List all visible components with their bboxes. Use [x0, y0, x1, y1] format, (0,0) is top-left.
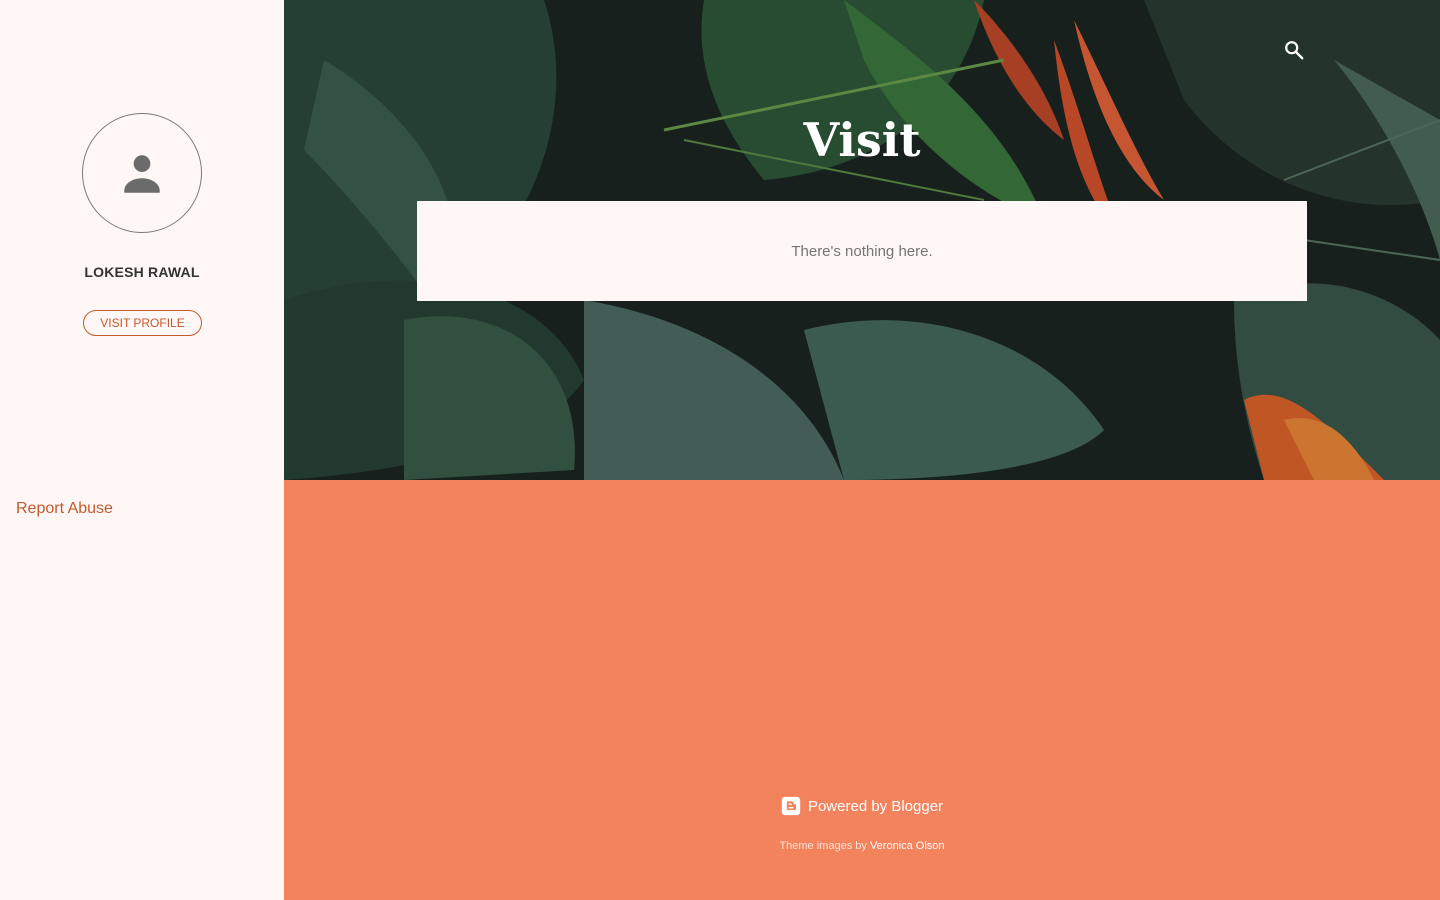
search-button[interactable] — [1280, 36, 1308, 64]
theme-prefix: Theme images by — [779, 840, 867, 852]
person-icon — [124, 155, 160, 193]
powered-label: Powered by Blogger — [807, 797, 944, 815]
report-abuse-link[interactable]: Report Abuse — [16, 500, 113, 518]
theme-attribution: Theme images by Veronica Olson — [284, 840, 1440, 852]
blog-title[interactable]: Visit — [284, 108, 1440, 172]
main-area: Visit There's nothing here. Powered by B… — [284, 0, 1440, 900]
header-hero: Visit There's nothing here. — [284, 0, 1440, 480]
profile-name[interactable]: LOKESH RAWAL — [0, 264, 284, 280]
search-icon — [1285, 41, 1304, 60]
visit-profile-button[interactable]: VISIT PROFILE — [83, 310, 202, 336]
empty-message: There's nothing here. — [791, 242, 933, 260]
blogger-link[interactable]: Powered by Blogger — [781, 796, 943, 816]
avatar[interactable] — [82, 113, 202, 233]
content-card: There's nothing here. — [417, 201, 1307, 301]
blogger-icon — [781, 796, 801, 816]
theme-author-link[interactable]: Veronica Olson — [870, 840, 945, 852]
page: LOKESH RAWAL VISIT PROFILE Report Abuse — [0, 0, 1440, 900]
powered-by-blogger: Powered by Blogger — [284, 796, 1440, 816]
sidebar: LOKESH RAWAL VISIT PROFILE Report Abuse — [0, 0, 284, 900]
